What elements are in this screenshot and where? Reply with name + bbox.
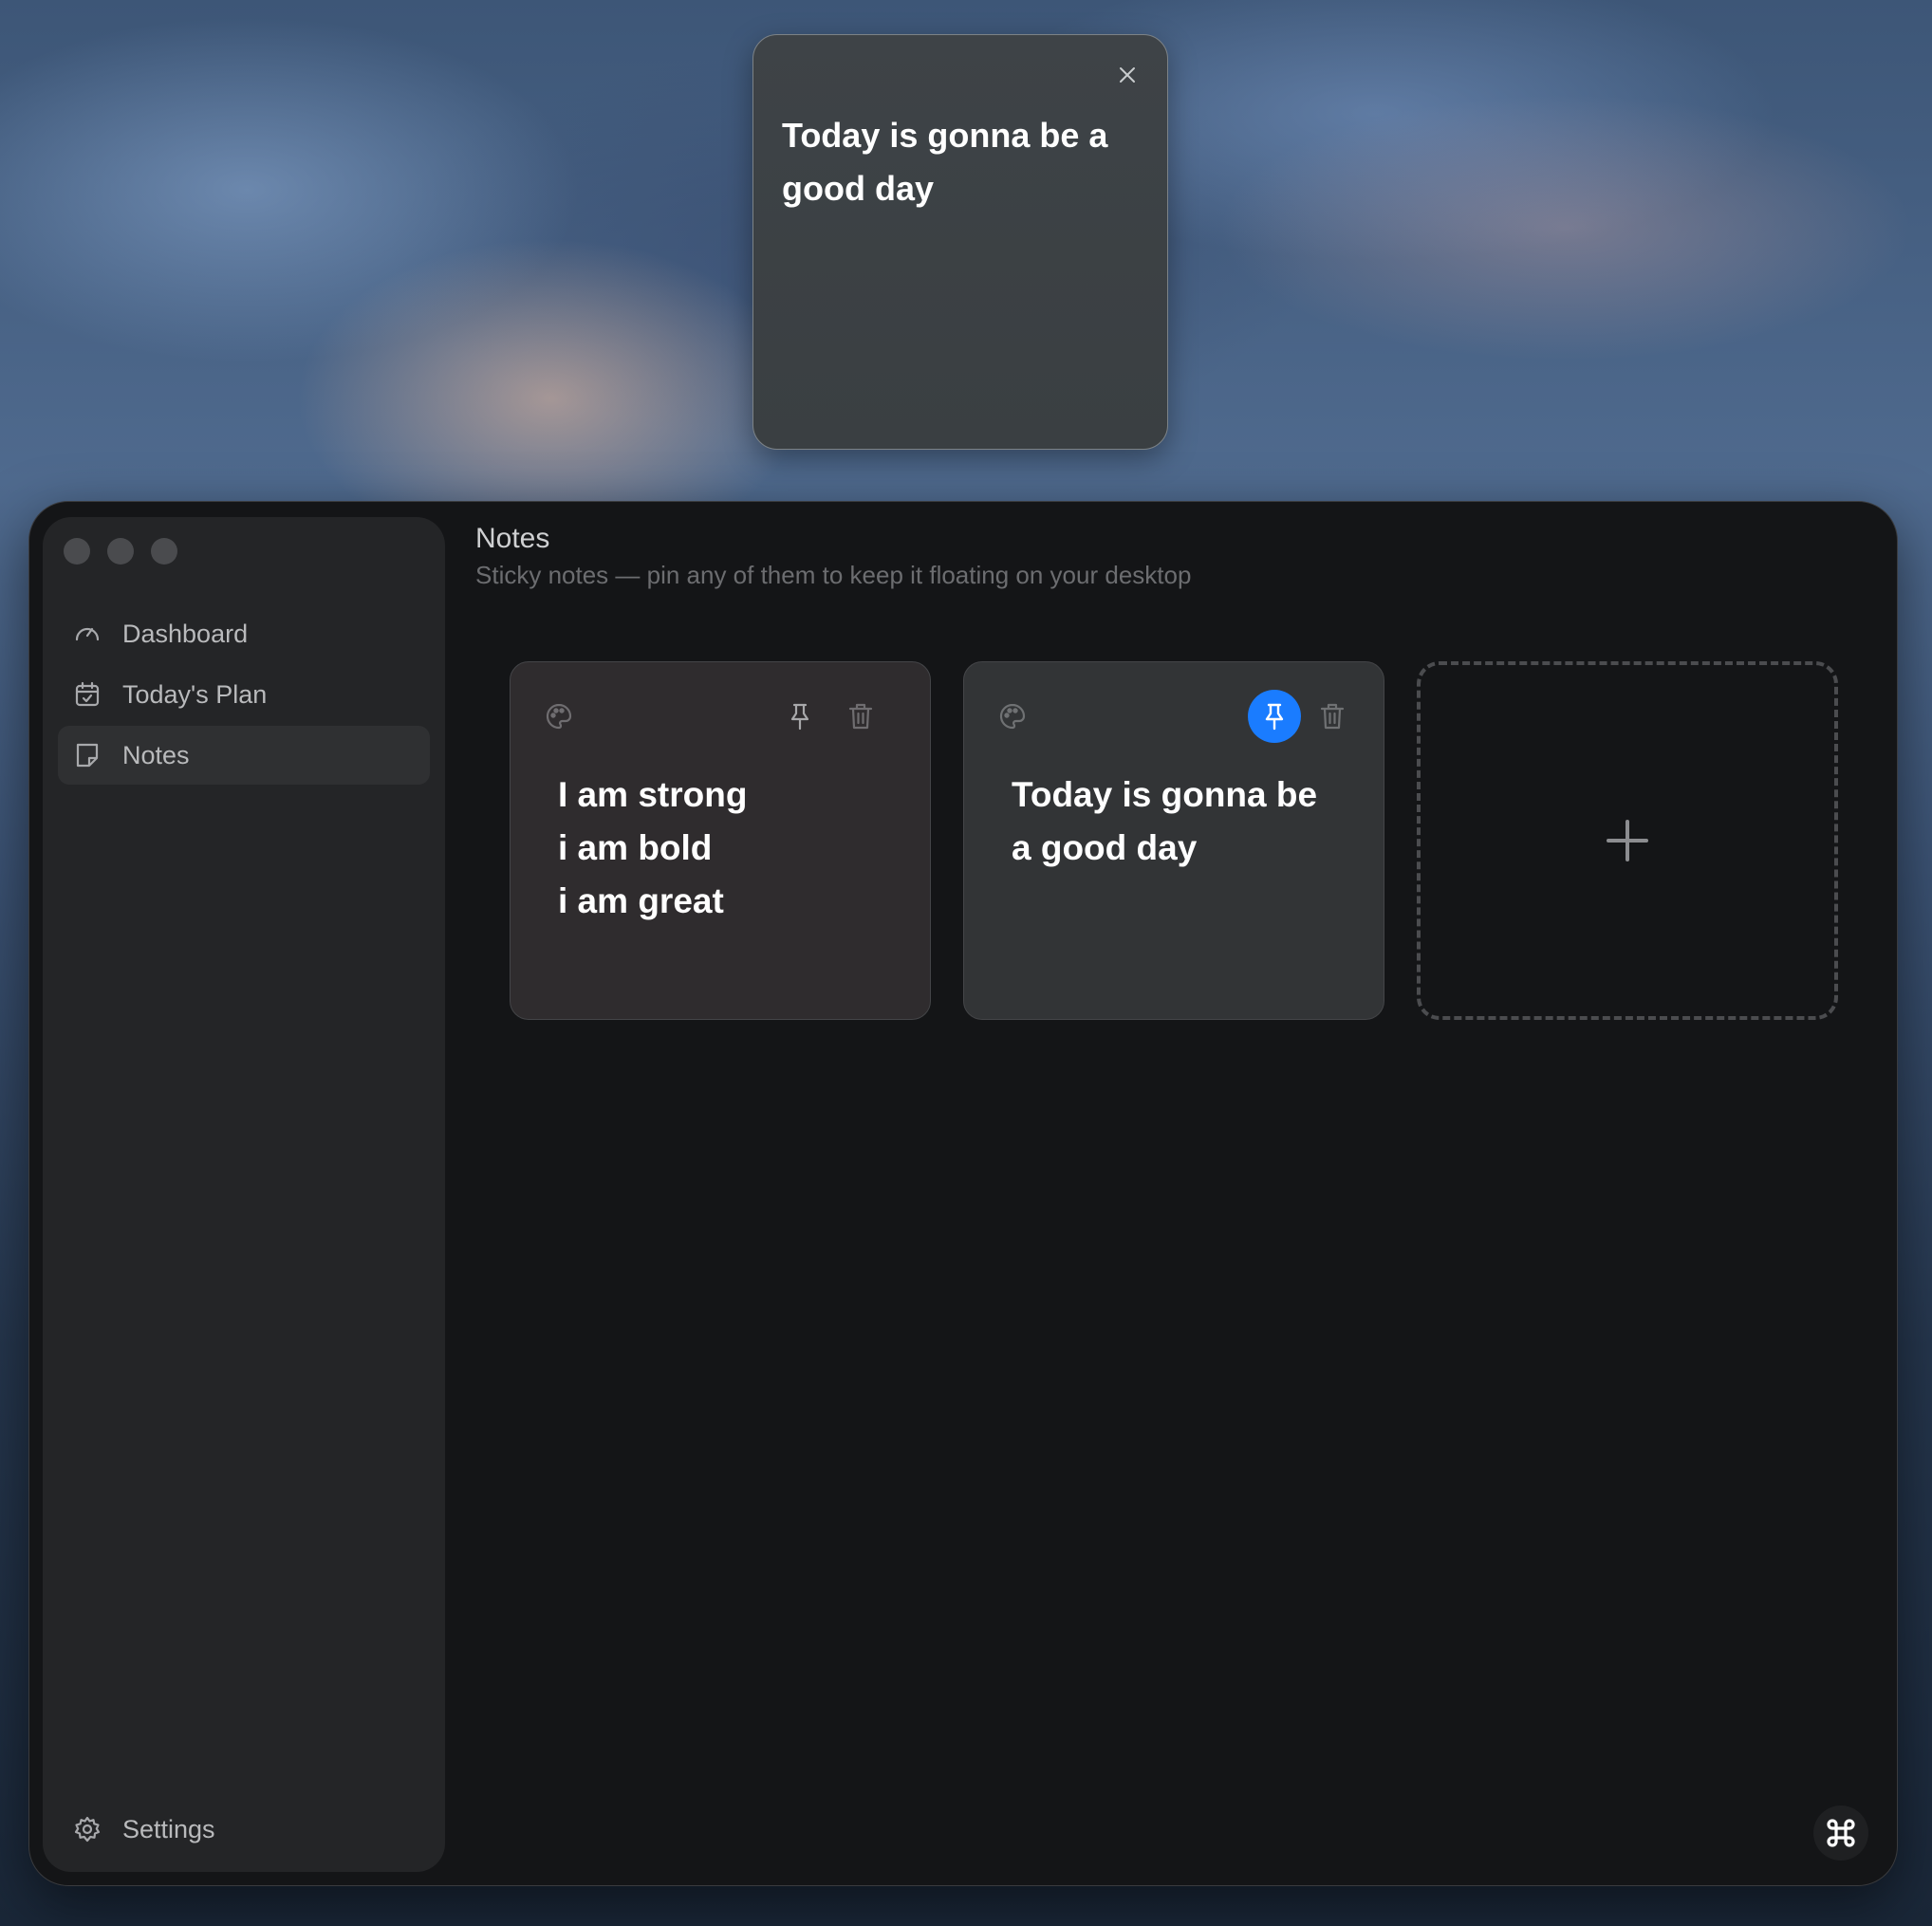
sidebar-item-dashboard[interactable]: Dashboard bbox=[58, 604, 430, 663]
calendar-check-icon bbox=[71, 678, 103, 711]
note-text[interactable]: I am strong i am bold i am great bbox=[558, 769, 892, 928]
note-icon bbox=[71, 739, 103, 771]
pin-icon[interactable] bbox=[782, 698, 818, 734]
palette-icon[interactable] bbox=[994, 698, 1031, 734]
sidebar-item-todays-plan[interactable]: Today's Plan bbox=[58, 665, 430, 724]
page-title: Notes bbox=[475, 523, 550, 554]
plus-icon bbox=[1607, 820, 1648, 861]
floating-note-text[interactable]: Today is gonna be a good day bbox=[782, 109, 1139, 215]
sidebar: Dashboard Today's Plan Notes Settings bbox=[43, 517, 445, 1872]
gauge-icon bbox=[71, 618, 103, 650]
pin-icon-active[interactable] bbox=[1248, 690, 1301, 743]
window-controls bbox=[64, 538, 177, 565]
command-icon[interactable] bbox=[1813, 1806, 1868, 1861]
sidebar-item-label: Notes bbox=[122, 740, 190, 769]
sidebar-item-label: Dashboard bbox=[122, 619, 249, 648]
settings-label: Settings bbox=[122, 1814, 215, 1843]
gear-icon bbox=[71, 1813, 103, 1845]
note-text[interactable]: Today is gonna be a good day bbox=[1012, 769, 1346, 875]
sidebar-item-label: Today's Plan bbox=[122, 679, 268, 709]
note-card[interactable]: I am strong i am bold i am great bbox=[510, 661, 931, 1020]
trash-icon[interactable] bbox=[1314, 698, 1350, 734]
app-window: Dashboard Today's Plan Notes Settings No… bbox=[28, 501, 1898, 1886]
page-subtitle: Sticky notes — pin any of them to keep i… bbox=[475, 561, 1192, 589]
close-icon[interactable] bbox=[1114, 62, 1141, 88]
note-card[interactable]: Today is gonna be a good day bbox=[963, 661, 1384, 1020]
trash-icon[interactable] bbox=[843, 698, 879, 734]
sidebar-item-notes[interactable]: Notes bbox=[58, 726, 430, 785]
floating-sticky-note[interactable]: Today is gonna be a good day bbox=[752, 34, 1168, 450]
close-window-button[interactable] bbox=[64, 538, 90, 565]
zoom-window-button[interactable] bbox=[151, 538, 177, 565]
sidebar-item-settings[interactable]: Settings bbox=[58, 1800, 430, 1859]
minimize-window-button[interactable] bbox=[107, 538, 134, 565]
palette-icon[interactable] bbox=[541, 698, 577, 734]
add-note-button[interactable] bbox=[1417, 661, 1838, 1020]
